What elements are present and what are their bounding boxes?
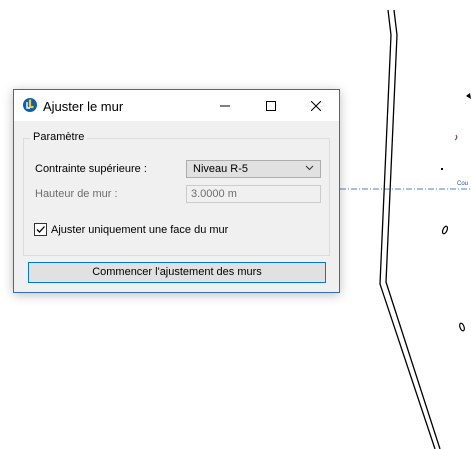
start-adjustment-button[interactable]: Commencer l'ajustement des murs xyxy=(28,262,326,283)
door-symbol-top xyxy=(466,93,471,99)
grid-annotation-text: Cou xyxy=(457,181,468,187)
dialog-titlebar[interactable]: Ajuster le mur xyxy=(14,90,339,121)
maximize-button[interactable] xyxy=(248,90,294,121)
opening-symbol-1 xyxy=(441,225,449,235)
one-face-checkbox[interactable] xyxy=(34,223,47,236)
checkmark-icon xyxy=(36,226,45,233)
dialog-title: Ajuster le mur xyxy=(43,99,124,114)
close-button[interactable] xyxy=(293,90,339,121)
top-constraint-value: Niveau R-5 xyxy=(193,163,249,175)
chevron-down-icon xyxy=(305,165,314,171)
one-face-checkbox-label[interactable]: Ajuster uniquement une face du mur xyxy=(51,224,228,236)
tag-mark xyxy=(454,134,458,141)
maximize-icon xyxy=(266,100,276,111)
wall-height-input[interactable]: 3.0000 m xyxy=(186,185,321,203)
adjust-wall-dialog: Ajuster le mur Paramètre Contrainte supé… xyxy=(13,89,340,293)
close-icon xyxy=(311,100,321,111)
parameters-legend: Paramètre xyxy=(30,131,88,143)
wall-height-label: Hauteur de mur : xyxy=(35,188,118,200)
dot-mark xyxy=(441,168,443,170)
top-constraint-select[interactable]: Niveau R-5 xyxy=(186,160,321,178)
app-logo-icon xyxy=(23,98,37,112)
minimize-icon xyxy=(220,105,230,106)
opening-symbol-2 xyxy=(459,322,465,332)
top-constraint-label: Contrainte supérieure : xyxy=(35,163,147,175)
minimize-button[interactable] xyxy=(202,90,248,121)
wall-height-value: 3.0000 m xyxy=(191,188,237,200)
